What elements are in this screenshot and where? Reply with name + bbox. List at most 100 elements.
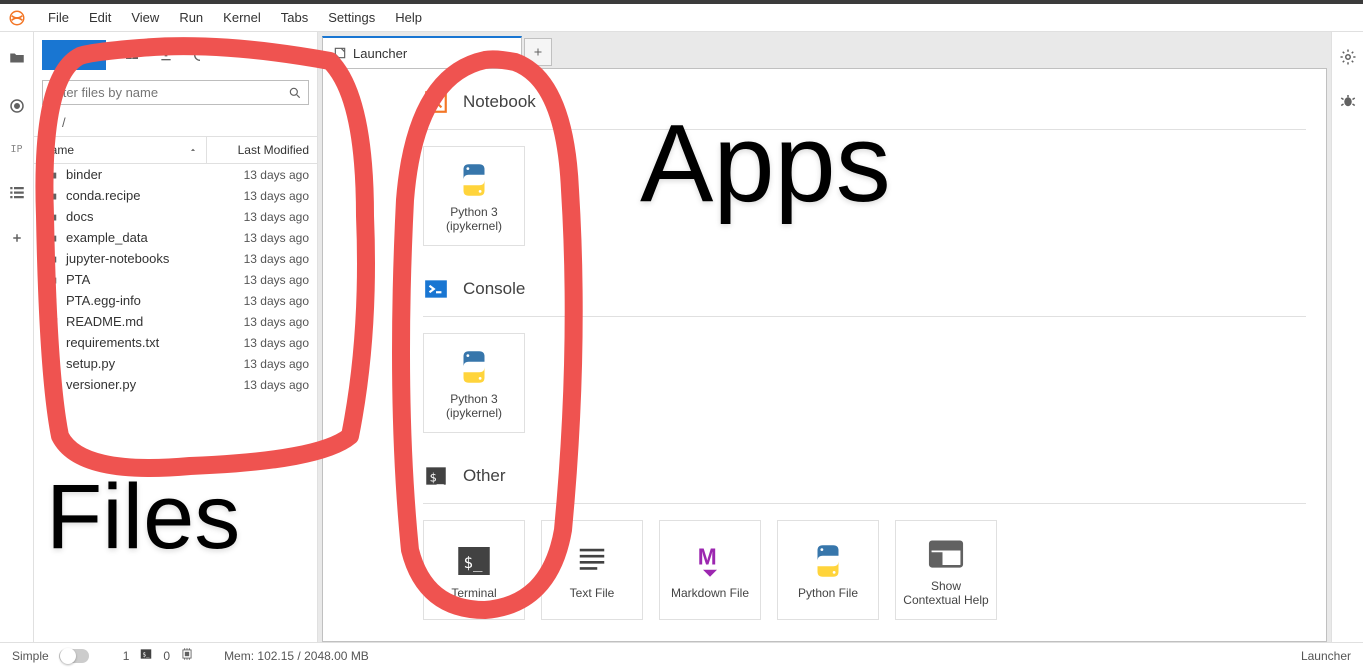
notebook-section-icon (423, 89, 449, 115)
file-row[interactable]: example_data13 days ago (34, 227, 317, 248)
file-type-icon (42, 378, 60, 392)
file-row[interactable]: requirements.txt13 days ago (34, 332, 317, 353)
file-name: versioner.py (66, 377, 199, 392)
debugger-icon[interactable] (1339, 92, 1357, 110)
card-label: ShowContextual Help (899, 579, 992, 608)
file-modified: 13 days ago (199, 336, 309, 350)
menu-run[interactable]: Run (169, 6, 213, 29)
extensions-tab-icon[interactable] (7, 231, 27, 251)
tab-launcher[interactable]: Launcher (322, 36, 522, 68)
other-card[interactable]: ShowContextual Help (895, 520, 997, 620)
menu-kernel[interactable]: Kernel (213, 6, 271, 29)
other-card[interactable]: M Markdown File (659, 520, 761, 620)
notebook-card[interactable]: Python 3(ipykernel) (423, 146, 525, 246)
other-section-icon: $_ (423, 463, 449, 489)
other-card[interactable]: Python File (777, 520, 879, 620)
section-console: Console Python 3(ipykernel) (423, 276, 1306, 433)
file-modified: 13 days ago (199, 231, 309, 245)
file-name: jupyter-notebooks (66, 251, 199, 266)
upload-icon[interactable] (158, 47, 174, 63)
folder-tab-icon[interactable] (7, 48, 27, 68)
svg-text:M: M (47, 319, 51, 324)
file-browser-panel: / Name Last Modified binder13 days agoco… (34, 32, 318, 642)
file-row[interactable]: setup.py13 days ago (34, 353, 317, 374)
card-label: Python 3(ipykernel) (442, 392, 506, 421)
col-name-label: Name (42, 143, 74, 157)
file-name: docs (66, 209, 199, 224)
menu-tabs[interactable]: Tabs (271, 6, 318, 29)
menubar: File Edit View Run Kernel Tabs Settings … (0, 4, 1363, 32)
filebrowser-toolbar (34, 32, 317, 76)
terminal-status-icon: $_ (139, 647, 153, 664)
simple-mode-toggle[interactable] (59, 649, 89, 663)
section-other: $_ Other $_TerminalText FileMMarkdown Fi… (423, 463, 1306, 620)
ip-label: IP (10, 144, 22, 155)
file-type-icon (42, 231, 60, 245)
section-notebook: Notebook Python 3(ipykernel) (423, 89, 1306, 246)
file-row[interactable]: jupyter-notebooks13 days ago (34, 248, 317, 269)
menu-edit[interactable]: Edit (79, 6, 121, 29)
console-section-title: Console (463, 279, 525, 299)
file-row[interactable]: binder13 days ago (34, 164, 317, 185)
file-type-icon: M (42, 315, 60, 329)
sort-asc-icon (188, 145, 198, 155)
running-tab-icon[interactable] (7, 96, 27, 116)
python-icon (807, 540, 849, 582)
file-modified: 13 days ago (199, 357, 309, 371)
search-icon (288, 86, 302, 100)
new-tab-button[interactable] (524, 38, 552, 66)
file-modified: 13 days ago (199, 210, 309, 224)
file-row[interactable]: conda.recipe13 days ago (34, 185, 317, 206)
col-name-header[interactable]: Name (34, 137, 207, 163)
console-card[interactable]: Python 3(ipykernel) (423, 333, 525, 433)
file-name: requirements.txt (66, 335, 199, 350)
file-row[interactable]: PTA.egg-info13 days ago (34, 290, 317, 311)
menu-help[interactable]: Help (385, 6, 432, 29)
svg-text:$_: $_ (430, 470, 445, 484)
new-folder-icon[interactable] (124, 47, 140, 63)
col-modified-header[interactable]: Last Modified (207, 137, 317, 163)
tab-bar: Launcher (322, 36, 1327, 68)
tab-title: Launcher (353, 46, 407, 61)
other-card[interactable]: Text File (541, 520, 643, 620)
menu-view[interactable]: View (121, 6, 169, 29)
console-section-icon (423, 276, 449, 302)
file-name: example_data (66, 230, 199, 245)
breadcrumb[interactable]: / (34, 109, 317, 136)
file-name: PTA.egg-info (66, 293, 199, 308)
breadcrumb-root[interactable]: / (62, 115, 66, 130)
file-row[interactable]: M README.md13 days ago (34, 311, 317, 332)
jupyter-logo-icon (8, 9, 26, 27)
property-inspector-icon[interactable] (1339, 48, 1357, 66)
file-name: setup.py (66, 356, 199, 371)
file-list-header: Name Last Modified (34, 136, 317, 164)
filter-files-input-wrap[interactable] (42, 80, 309, 105)
svg-text:M: M (698, 543, 717, 569)
file-type-icon (42, 252, 60, 266)
svg-text:$_: $_ (464, 553, 483, 572)
toc-tab-icon[interactable] (7, 183, 27, 203)
other-card[interactable]: $_ Terminal (423, 520, 525, 620)
file-modified: 13 days ago (199, 189, 309, 203)
file-type-icon (42, 210, 60, 224)
new-launcher-button[interactable] (42, 40, 106, 70)
file-row[interactable]: versioner.py13 days ago (34, 374, 317, 395)
card-label: Python 3(ipykernel) (442, 205, 506, 234)
file-modified: 13 days ago (199, 315, 309, 329)
menu-file[interactable]: File (38, 6, 79, 29)
refresh-icon[interactable] (192, 47, 208, 63)
menu-settings[interactable]: Settings (318, 6, 385, 29)
folder-icon (44, 116, 58, 130)
svg-text:$_: $_ (143, 652, 151, 658)
card-label: Markdown File (667, 586, 753, 600)
kernels-count[interactable]: 0 (163, 649, 170, 663)
file-row[interactable]: PTA13 days ago (34, 269, 317, 290)
filter-files-input[interactable] (49, 85, 288, 100)
file-row[interactable]: docs13 days ago (34, 206, 317, 227)
terminals-count[interactable]: 1 (123, 649, 130, 663)
file-name: README.md (66, 314, 199, 329)
file-type-icon (42, 336, 60, 350)
terminal-icon: $_ (453, 540, 495, 582)
card-label: Terminal (447, 586, 500, 600)
card-label: Text File (566, 586, 619, 600)
